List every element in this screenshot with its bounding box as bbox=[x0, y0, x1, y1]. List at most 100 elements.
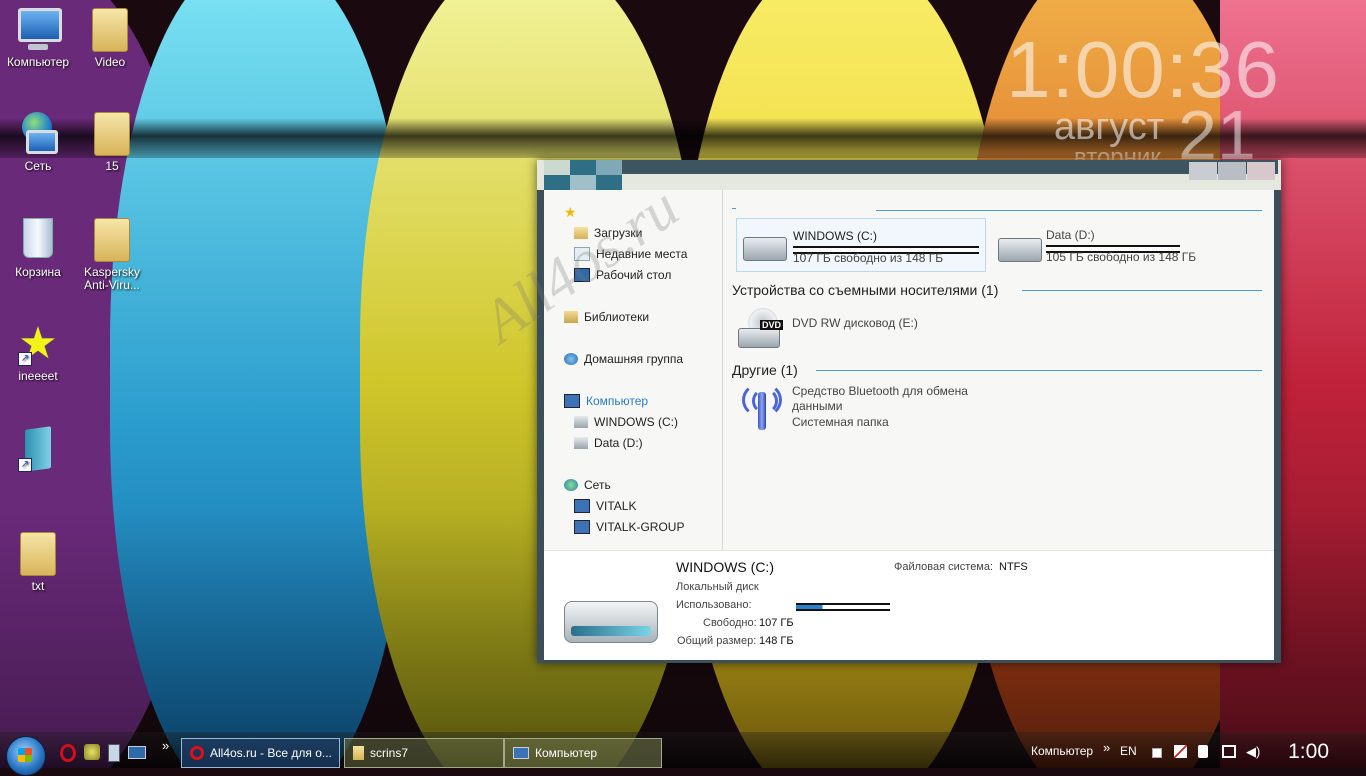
stop-icon[interactable] bbox=[1152, 748, 1162, 758]
libraries-icon bbox=[564, 311, 578, 323]
dvd-drive-icon: DVD bbox=[738, 308, 784, 348]
device-icon[interactable] bbox=[1198, 745, 1208, 758]
nav-item-vitalk-group[interactable]: VITALK-GROUP bbox=[574, 519, 684, 535]
nav-item-computer[interactable]: Компьютер bbox=[564, 393, 648, 409]
taskbar-toolbar-label[interactable]: Компьютер bbox=[1031, 744, 1093, 758]
nav-item-vitalk[interactable]: VITALK bbox=[574, 498, 636, 514]
taskbar-button-scrins7[interactable]: scrins7 bbox=[344, 738, 504, 768]
details-total-value: 148 ГБ bbox=[759, 635, 794, 647]
downloads-icon bbox=[574, 227, 588, 239]
drive-name: DVD RW дисковод (E:) bbox=[792, 316, 918, 330]
bluetooth-item[interactable]: Средство Bluetooth для обмена данными Си… bbox=[736, 382, 996, 432]
minimize-button[interactable] bbox=[1189, 162, 1217, 180]
volume-icon[interactable]: ◀) bbox=[1246, 745, 1260, 758]
window-controls bbox=[1189, 162, 1275, 180]
group-header-other[interactable]: Другие (1) bbox=[732, 361, 798, 379]
computer-icon bbox=[574, 499, 590, 513]
nav-item-network[interactable]: Сеть bbox=[564, 477, 611, 493]
desktop-icon-computer[interactable]: Компьютер bbox=[0, 8, 76, 69]
details-subtitle: Локальный диск bbox=[676, 581, 759, 593]
nav-item-libraries[interactable]: Библиотеки bbox=[564, 309, 649, 325]
recent-places-icon bbox=[574, 247, 590, 261]
desktop-icon-video[interactable]: Video bbox=[72, 8, 148, 69]
drive-icon bbox=[743, 237, 787, 261]
drive-name: Data (D:) bbox=[1046, 228, 1095, 242]
folder-icon bbox=[353, 746, 364, 760]
explorer-window[interactable]: ★ Загрузки Недавние места Рабочий стол Б… bbox=[537, 160, 1281, 663]
star-icon: ★ bbox=[564, 203, 577, 220]
group-divider bbox=[876, 210, 1262, 211]
item-type: Системная папка bbox=[792, 415, 889, 429]
taskbar-clock[interactable]: 1:00 bbox=[1288, 740, 1329, 764]
drive-free-space: 107 ГБ свободно из 148 ГБ bbox=[793, 251, 944, 265]
nav-item-drive-c[interactable]: WINDOWS (C:) bbox=[574, 414, 678, 430]
nav-item-desktop[interactable]: Рабочий стол bbox=[574, 267, 671, 283]
language-indicator[interactable]: EN bbox=[1120, 744, 1137, 758]
start-button[interactable] bbox=[6, 736, 46, 776]
details-fs-label: Файловая система: bbox=[894, 561, 994, 573]
navigation-pane: ★ Загрузки Недавние места Рабочий стол Б… bbox=[544, 190, 723, 550]
window-body: ★ Загрузки Недавние места Рабочий стол Б… bbox=[544, 190, 1274, 660]
taskbar-button-opera[interactable]: All4os.ru - Все для о... bbox=[181, 738, 340, 768]
book-shortcut-icon: ↗ bbox=[18, 426, 58, 472]
desktop-icon-kaspersky[interactable]: Kaspersky Anti-Viru... bbox=[74, 218, 150, 292]
opera-icon[interactable] bbox=[60, 744, 76, 762]
nav-item-recent-places[interactable]: Недавние места bbox=[574, 246, 687, 262]
drive-icon bbox=[574, 437, 588, 449]
quicklaunch-overflow[interactable]: » bbox=[162, 738, 169, 753]
dvd-badge: DVD bbox=[760, 320, 784, 330]
nav-item-downloads[interactable]: Загрузки bbox=[574, 225, 642, 241]
recycle-bin-icon bbox=[18, 218, 58, 262]
item-name: данными bbox=[792, 399, 843, 413]
drive-tile-c[interactable]: WINDOWS (C:) 107 ГБ свободно из 148 ГБ bbox=[736, 218, 986, 272]
details-used-label: Использовано: bbox=[676, 599, 752, 611]
drive-icon bbox=[998, 238, 1042, 262]
desktop-icon-network[interactable]: Сеть bbox=[0, 112, 76, 173]
desktop-icon-ineeeet[interactable]: ★ ↗ ineeeet bbox=[0, 322, 76, 383]
drive-name: WINDOWS (C:) bbox=[793, 229, 877, 243]
homegroup-icon bbox=[564, 353, 578, 365]
folder-icon bbox=[92, 218, 132, 262]
calculator-icon[interactable] bbox=[108, 744, 120, 762]
network-icon bbox=[18, 112, 58, 156]
folder-icon bbox=[18, 532, 58, 576]
app-quicklaunch-icon[interactable] bbox=[84, 744, 100, 760]
desktop-icon-book[interactable]: ↗ bbox=[0, 426, 76, 476]
network-icon bbox=[564, 479, 578, 491]
details-pane: WINDOWS (C:) Локальный диск Использовано… bbox=[544, 550, 1274, 660]
computer-icon bbox=[574, 520, 590, 534]
group-divider bbox=[1022, 290, 1262, 291]
nav-item-drive-d[interactable]: Data (D:) bbox=[574, 435, 643, 451]
group-divider bbox=[732, 208, 736, 209]
network-tray-icon[interactable] bbox=[1222, 745, 1236, 758]
desktop-icon-recycle-bin[interactable]: Корзина bbox=[0, 218, 76, 279]
maximize-button[interactable] bbox=[1218, 162, 1246, 180]
taskbar-button-computer[interactable]: Компьютер bbox=[504, 738, 662, 768]
action-center-icon[interactable] bbox=[1174, 745, 1187, 758]
hard-drive-icon bbox=[564, 601, 658, 643]
nav-favorites[interactable]: ★ bbox=[564, 204, 577, 220]
computer-icon bbox=[18, 8, 62, 52]
nav-item-homegroup[interactable]: Домашняя группа bbox=[564, 351, 683, 367]
details-usage-bar bbox=[796, 603, 890, 611]
show-desktop-icon[interactable] bbox=[128, 746, 146, 759]
computer-icon bbox=[513, 747, 529, 759]
group-header-removable[interactable]: Устройства со съемными носителями (1) bbox=[732, 281, 998, 299]
toolbar-overflow[interactable]: » bbox=[1103, 740, 1110, 755]
drive-tile-dvd[interactable]: DVD DVD RW дисковод (E:) bbox=[736, 306, 996, 352]
details-fs-value: NTFS bbox=[999, 561, 1028, 573]
window-frame-top bbox=[537, 160, 1281, 190]
drive-tile-d[interactable]: Data (D:) 105 ГБ свободно из 148 ГБ bbox=[990, 218, 1238, 270]
details-free-value: 107 ГБ bbox=[759, 617, 794, 629]
details-title: WINDOWS (C:) bbox=[676, 559, 774, 575]
drive-free-space: 105 ГБ свободно из 148 ГБ bbox=[1046, 250, 1197, 264]
folder-icon bbox=[92, 112, 132, 156]
drive-icon bbox=[574, 416, 588, 428]
content-pane: WINDOWS (C:) 107 ГБ свободно из 148 ГБ D… bbox=[724, 190, 1274, 550]
desktop-icon-15[interactable]: 15 bbox=[74, 112, 150, 173]
star-shortcut-icon: ★ ↗ bbox=[18, 319, 58, 368]
clock-month: август bbox=[1054, 106, 1165, 148]
close-button[interactable] bbox=[1247, 162, 1275, 180]
desktop-icon-txt[interactable]: txt bbox=[0, 532, 76, 593]
window-titlebar[interactable] bbox=[622, 160, 1278, 174]
